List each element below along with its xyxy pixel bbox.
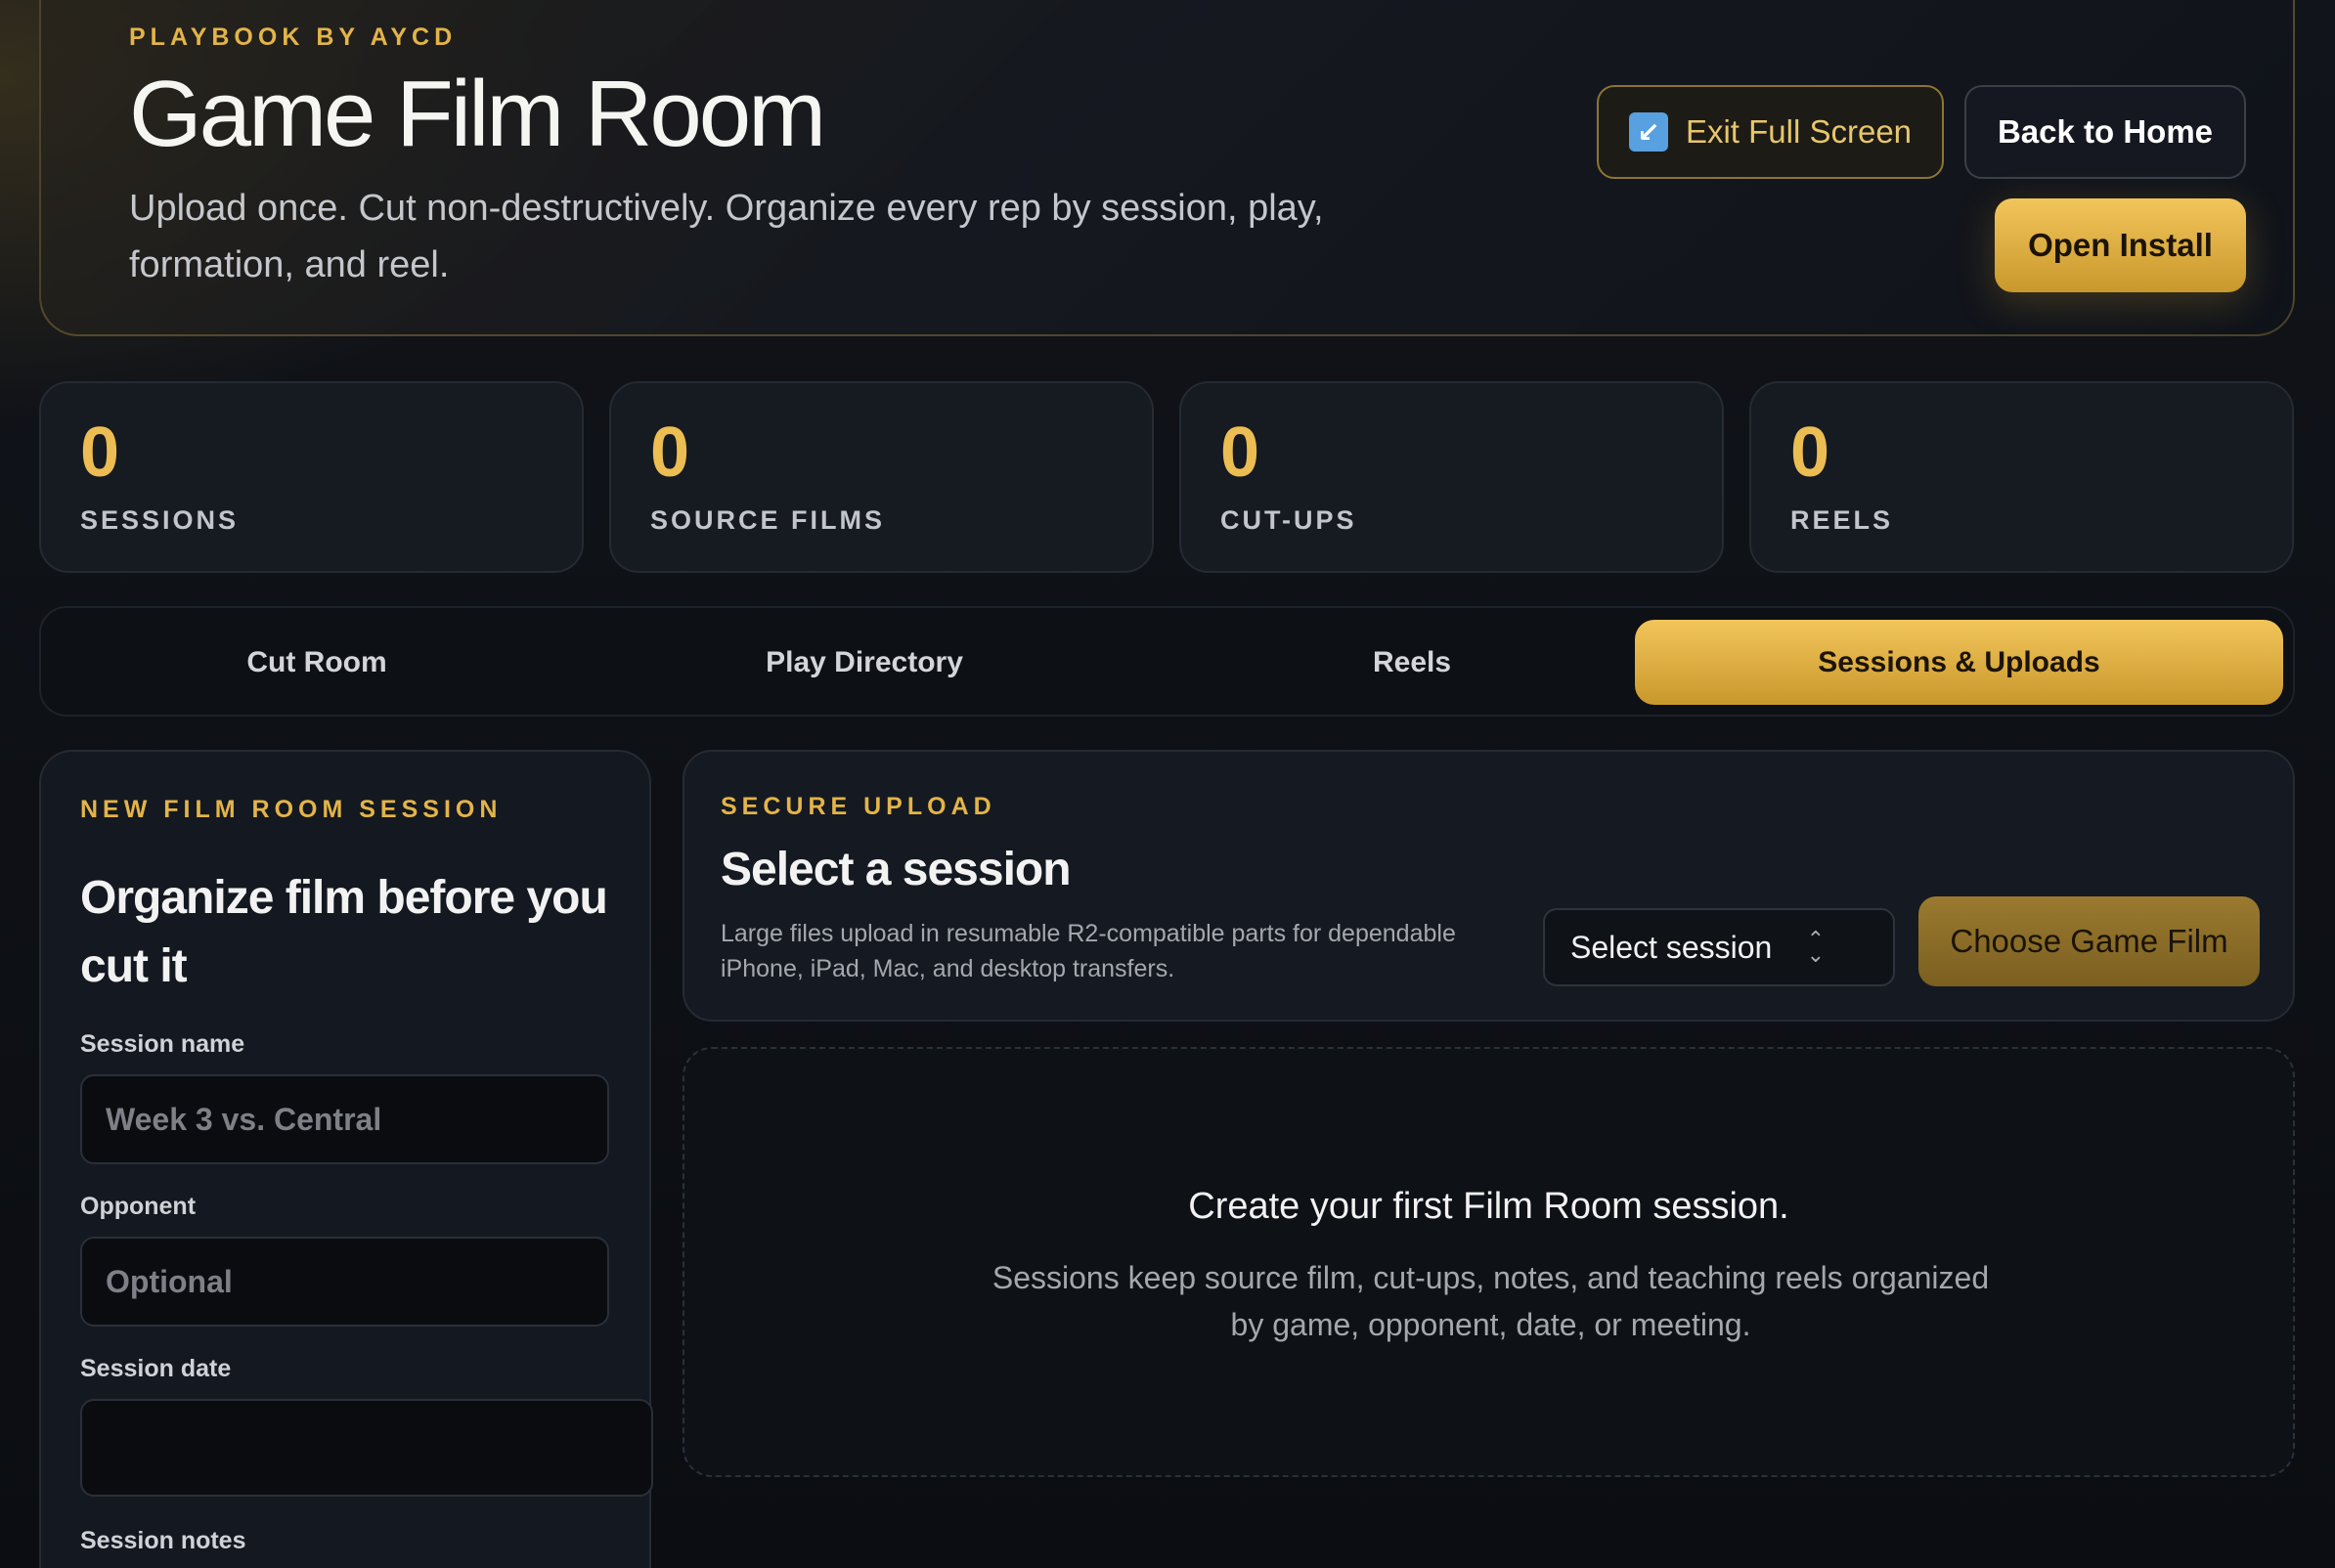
upload-title: Select a session [721,844,1072,895]
stat-label: CUT-UPS [1220,505,1357,535]
open-install-button[interactable]: Open Install [1995,198,2246,292]
stat-value: 0 [1790,414,1830,492]
hero-header: PLAYBOOK BY AYCD Game Film Room Upload o… [39,0,2295,336]
opponent-label: Opponent [80,1193,197,1220]
session-date-input[interactable] [80,1399,653,1497]
empty-state: Create your first Film Room session. Ses… [683,1047,2295,1477]
back-to-home-button[interactable]: Back to Home [1964,85,2246,179]
session-select-value: Select session [1570,929,1773,965]
session-name-label: Session name [80,1030,245,1058]
select-chevron-icon: ⌃ ⌄ [1806,927,1825,967]
tab-play-directory[interactable]: Play Directory [600,620,1128,705]
page-title: Game Film Room [129,62,826,166]
stat-value: 0 [80,414,120,492]
stat-value: 0 [650,414,690,492]
exit-full-screen-button[interactable]: ↙ Exit Full Screen [1597,85,1944,179]
new-session-eyebrow: NEW FILM ROOM SESSION [80,796,503,823]
exit-full-screen-label: Exit Full Screen [1685,113,1913,150]
new-session-panel: NEW FILM ROOM SESSION Organize film befo… [39,750,653,1568]
tab-sessions-uploads[interactable]: Sessions & Uploads [1635,620,2283,705]
brand-eyebrow: PLAYBOOK BY AYCD [129,23,458,51]
stat-label: REELS [1790,505,1894,535]
stat-label: SESSIONS [80,505,240,535]
stat-card-reels: 0 REELS [1749,381,2294,573]
session-notes-label: Session notes [80,1527,246,1554]
choose-game-film-button[interactable]: Choose Game Film [1918,896,2260,986]
opponent-input[interactable]: Optional [80,1237,609,1327]
empty-state-title: Create your first Film Room session. [1188,1186,1789,1227]
stat-card-source-films: 0 SOURCE FILMS [609,381,1154,573]
session-select[interactable]: Select session ⌃ ⌄ [1543,908,1895,986]
session-date-label: Session date [80,1355,232,1382]
exit-fullscreen-arrow-icon: ↙ [1628,112,1668,152]
upload-description: Large files upload in resumable R2-compa… [721,920,1456,982]
page-subtitle: Upload once. Cut non-destructively. Orga… [129,188,1324,285]
stat-value: 0 [1220,414,1260,492]
stat-card-sessions: 0 SESSIONS [39,381,584,573]
section-tabs: Cut Room Play Directory Reels Sessions &… [39,606,2295,717]
stat-label: SOURCE FILMS [650,505,886,535]
empty-state-description: Sessions keep source film, cut-ups, note… [991,1260,1990,1342]
session-name-input[interactable]: Week 3 vs. Central [80,1074,609,1164]
secure-upload-panel: SECURE UPLOAD Select a session Large fil… [683,750,2295,1022]
tab-cut-room[interactable]: Cut Room [53,620,581,705]
stat-card-cut-ups: 0 CUT-UPS [1179,381,1724,573]
secure-upload-eyebrow: SECURE UPLOAD [721,793,996,820]
tab-reels[interactable]: Reels [1148,620,1676,705]
new-session-title: Organize film before you cut it [80,872,608,992]
